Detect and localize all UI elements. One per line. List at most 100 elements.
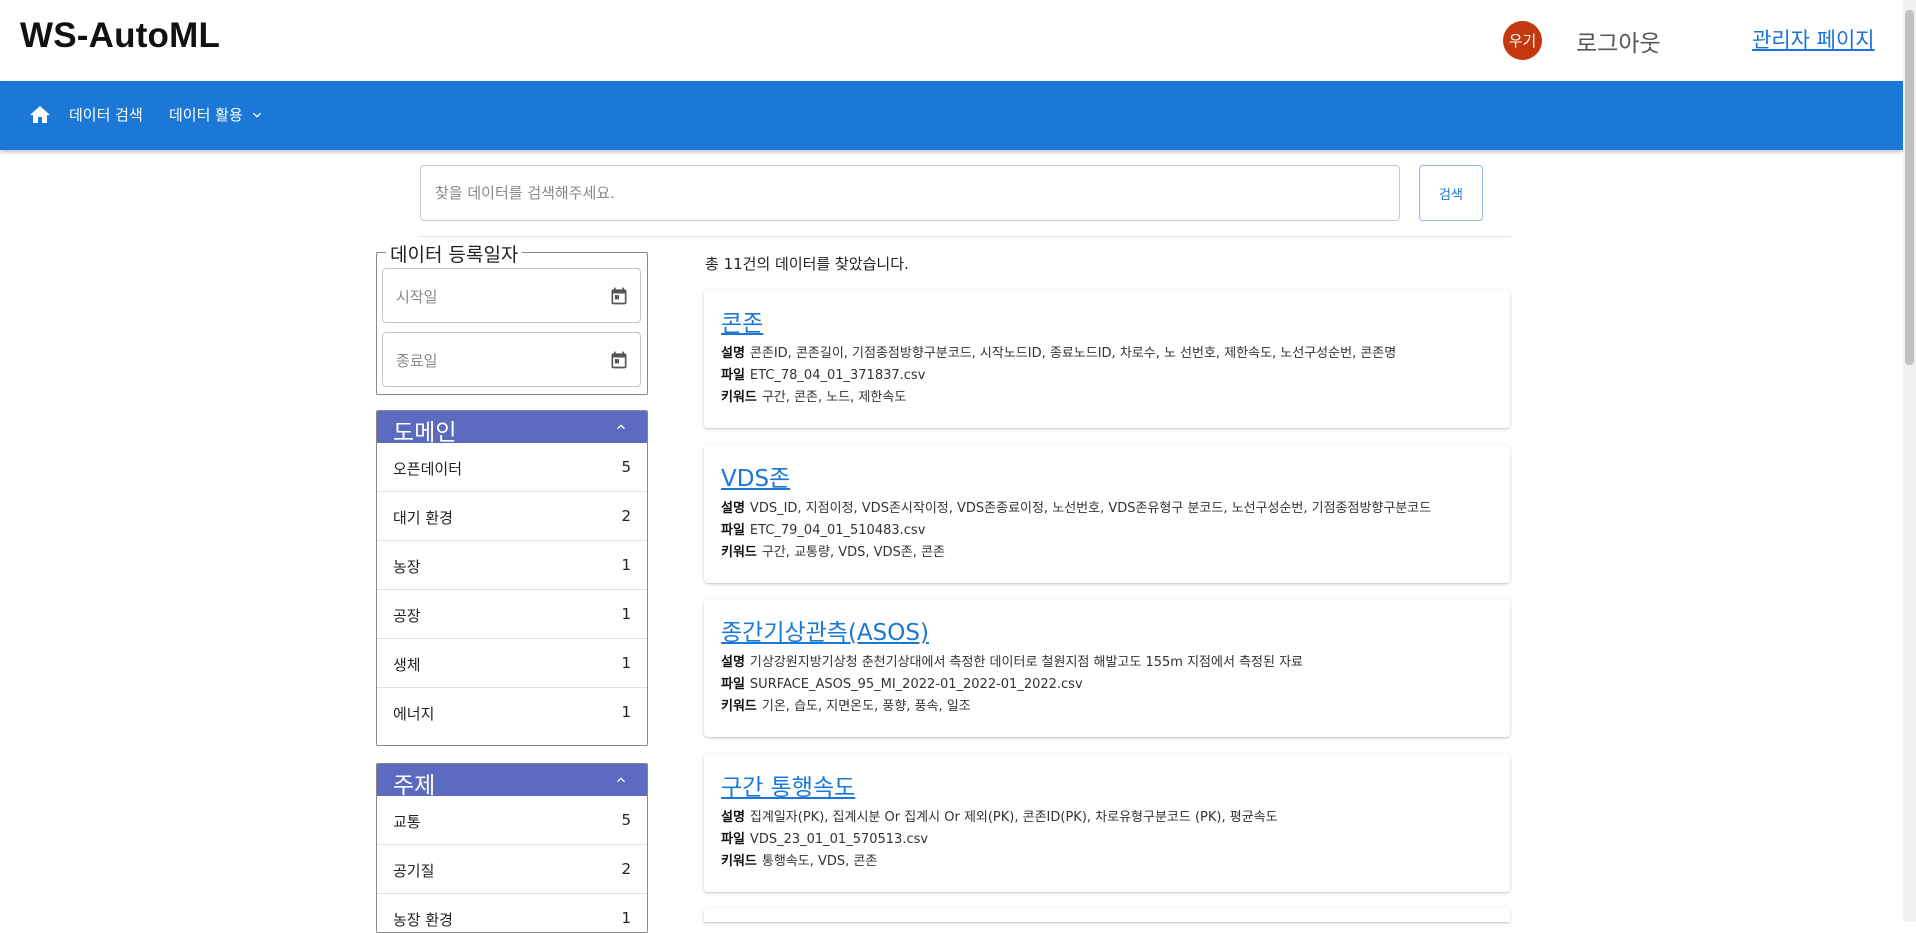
topic-item-traffic[interactable]: 교통 5: [377, 796, 647, 845]
facet-item-count: 1: [621, 556, 631, 574]
facet-item-count: 5: [621, 458, 631, 476]
result-description: 설명 기상강원지방기상청 춘천기상대에서 측정한 데이터로 철원지점 해발고도 1…: [721, 651, 1496, 670]
result-keywords: 키워드 통행속도, VDS, 콘존: [721, 850, 1496, 869]
keyword-text: 기온, 습도, 지면온도, 풍향, 풍속, 일조: [761, 699, 971, 714]
result-card-partial: [704, 908, 1510, 922]
desc-label: 설명: [721, 501, 745, 516]
top-header: WS-AutoML 우기 로그아웃 관리자 페이지: [0, 0, 1903, 81]
keyword-text: 구간, 콘존, 노드, 제한속도: [761, 390, 907, 405]
nav-data-search[interactable]: 데이터 검색: [69, 104, 143, 125]
result-description: 설명 VDS_ID, 지점이정, VDS존시작이정, VDS존종료이정, 노선번호…: [721, 497, 1496, 516]
facet-item-count: 2: [621, 860, 631, 878]
result-card: 콘존 설명 콘존ID, 콘존길이, 기점종점방향구분코드, 시작노드ID, 종료노…: [704, 290, 1510, 428]
start-date-field[interactable]: 시작일: [382, 268, 641, 323]
result-file: 파일 ETC_79_04_01_510483.csv: [721, 519, 1496, 538]
domain-item-air-environment[interactable]: 대기 환경 2: [377, 492, 647, 541]
result-keywords: 키워드 기온, 습도, 지면온도, 풍향, 풍속, 일조: [721, 695, 1496, 714]
result-keywords: 키워드 구간, 교통량, VDS, VDS존, 콘존: [721, 541, 1496, 560]
result-file: 파일 SURFACE_ASOS_95_MI_2022-01_2022-01_202…: [721, 673, 1496, 692]
user-avatar[interactable]: 우기: [1503, 21, 1542, 60]
file-name: ETC_78_04_01_371837.csv: [749, 368, 926, 383]
domain-item-factory[interactable]: 공장 1: [377, 590, 647, 639]
chevron-up-icon[interactable]: [613, 772, 629, 788]
main-nav: 데이터 검색 데이터 활용: [0, 81, 1903, 150]
result-title-link[interactable]: 콘존: [721, 304, 763, 338]
desc-text: VDS_ID, 지점이정, VDS존시작이정, VDS존종료이정, 노선번호, …: [749, 501, 1432, 516]
topic-item-air-quality[interactable]: 공기질 2: [377, 845, 647, 894]
topic-facet-title: 주제: [393, 773, 436, 799]
result-title-link[interactable]: 종간기상관측(ASOS): [721, 613, 929, 647]
result-description: 설명 콘존ID, 콘존길이, 기점종점방향구분코드, 시작노드ID, 종료노드ID…: [721, 342, 1496, 361]
search-input[interactable]: [421, 166, 1399, 220]
file-label: 파일: [721, 523, 745, 538]
chevron-up-icon[interactable]: [613, 419, 629, 435]
chevron-down-icon: [252, 112, 261, 118]
domain-facet: 도메인 오픈데이터 5 대기 환경 2 농장 1 공장 1 생체 1 에너지 1: [376, 410, 648, 746]
file-label: 파일: [721, 368, 745, 383]
file-label: 파일: [721, 677, 745, 692]
file-name: SURFACE_ASOS_95_MI_2022-01_2022-01_2022.…: [749, 677, 1083, 692]
facet-item-label: 생체: [393, 656, 421, 674]
facet-item-count: 5: [621, 811, 631, 829]
calendar-icon[interactable]: [609, 286, 629, 306]
end-date-placeholder: 종료일: [396, 352, 438, 370]
calendar-icon[interactable]: [609, 350, 629, 370]
end-date-field[interactable]: 종료일: [382, 332, 641, 387]
keyword-label: 키워드: [721, 545, 757, 560]
facet-item-label: 농장: [393, 558, 421, 576]
home-icon[interactable]: [28, 103, 52, 127]
result-title-link[interactable]: VDS존: [721, 459, 790, 493]
facet-item-label: 교통: [393, 813, 421, 831]
app-title[interactable]: WS-AutoML: [20, 16, 220, 56]
facet-item-count: 1: [621, 703, 631, 721]
page-scrollbar-thumb[interactable]: [1905, 10, 1914, 365]
facet-item-count: 1: [621, 605, 631, 623]
result-card: 구간 통행속도 설명 집계일자(PK), 집계시분 Or 집계시 Or 제외(PK…: [704, 754, 1510, 892]
domain-facet-header[interactable]: 도메인: [377, 411, 647, 446]
search-field[interactable]: [420, 165, 1400, 221]
start-date-placeholder: 시작일: [396, 288, 438, 306]
file-name: VDS_23_01_01_570513.csv: [749, 832, 929, 847]
keyword-label: 키워드: [721, 390, 757, 405]
divider: [420, 236, 1511, 237]
nav-data-use[interactable]: 데이터 활용: [169, 104, 265, 125]
keyword-label: 키워드: [721, 699, 757, 714]
keyword-text: 통행속도, VDS, 콘존: [761, 854, 878, 869]
keyword-text: 구간, 교통량, VDS, VDS존, 콘존: [761, 545, 945, 560]
result-description: 설명 집계일자(PK), 집계시분 Or 집계시 Or 제외(PK), 콘존ID(…: [721, 806, 1496, 825]
desc-label: 설명: [721, 655, 745, 670]
result-file: 파일 VDS_23_01_01_570513.csv: [721, 828, 1496, 847]
desc-text: 기상강원지방기상청 춘천기상대에서 측정한 데이터로 철원지점 해발고도 155…: [749, 655, 1303, 670]
topic-item-farm-environment[interactable]: 농장 환경 1: [377, 894, 647, 932]
facet-item-label: 에너지: [393, 705, 435, 723]
domain-item-biometric[interactable]: 생체 1: [377, 639, 647, 688]
file-label: 파일: [721, 832, 745, 847]
result-card: VDS존 설명 VDS_ID, 지점이정, VDS존시작이정, VDS존종료이정,…: [704, 445, 1510, 583]
desc-text: 콘존ID, 콘존길이, 기점종점방향구분코드, 시작노드ID, 종료노드ID, …: [749, 346, 1397, 361]
admin-page-link[interactable]: 관리자 페이지: [1752, 24, 1875, 54]
domain-facet-title: 도메인: [393, 420, 457, 446]
desc-label: 설명: [721, 346, 745, 361]
desc-text: 집계일자(PK), 집계시분 Or 집계시 Or 제외(PK), 콘존ID(PK…: [749, 810, 1278, 825]
file-name: ETC_79_04_01_510483.csv: [749, 523, 926, 538]
result-count: 총 11건의 데이터를 찾았습니다.: [705, 255, 909, 273]
domain-item-energy[interactable]: 에너지 1: [377, 688, 647, 737]
facet-item-count: 1: [621, 909, 631, 927]
result-keywords: 키워드 구간, 콘존, 노드, 제한속도: [721, 386, 1496, 405]
keyword-label: 키워드: [721, 854, 757, 869]
result-card: 종간기상관측(ASOS) 설명 기상강원지방기상청 춘천기상대에서 측정한 데이터…: [704, 599, 1510, 737]
facet-item-label: 농장 환경: [393, 911, 453, 929]
date-filter-legend: 데이터 등록일자: [386, 240, 523, 267]
desc-label: 설명: [721, 810, 745, 825]
facet-item-label: 공장: [393, 607, 421, 625]
domain-item-open-data[interactable]: 오픈데이터 5: [377, 443, 647, 492]
logout-button[interactable]: 로그아웃: [1576, 24, 1661, 58]
result-file: 파일 ETC_78_04_01_371837.csv: [721, 364, 1496, 383]
facet-item-label: 오픈데이터: [393, 460, 463, 478]
domain-item-farm[interactable]: 농장 1: [377, 541, 647, 590]
search-button[interactable]: 검색: [1419, 165, 1483, 221]
topic-facet-header[interactable]: 주제: [377, 764, 647, 799]
facet-item-count: 2: [621, 507, 631, 525]
result-title-link[interactable]: 구간 통행속도: [721, 768, 855, 802]
facet-item-label: 대기 환경: [393, 509, 453, 527]
